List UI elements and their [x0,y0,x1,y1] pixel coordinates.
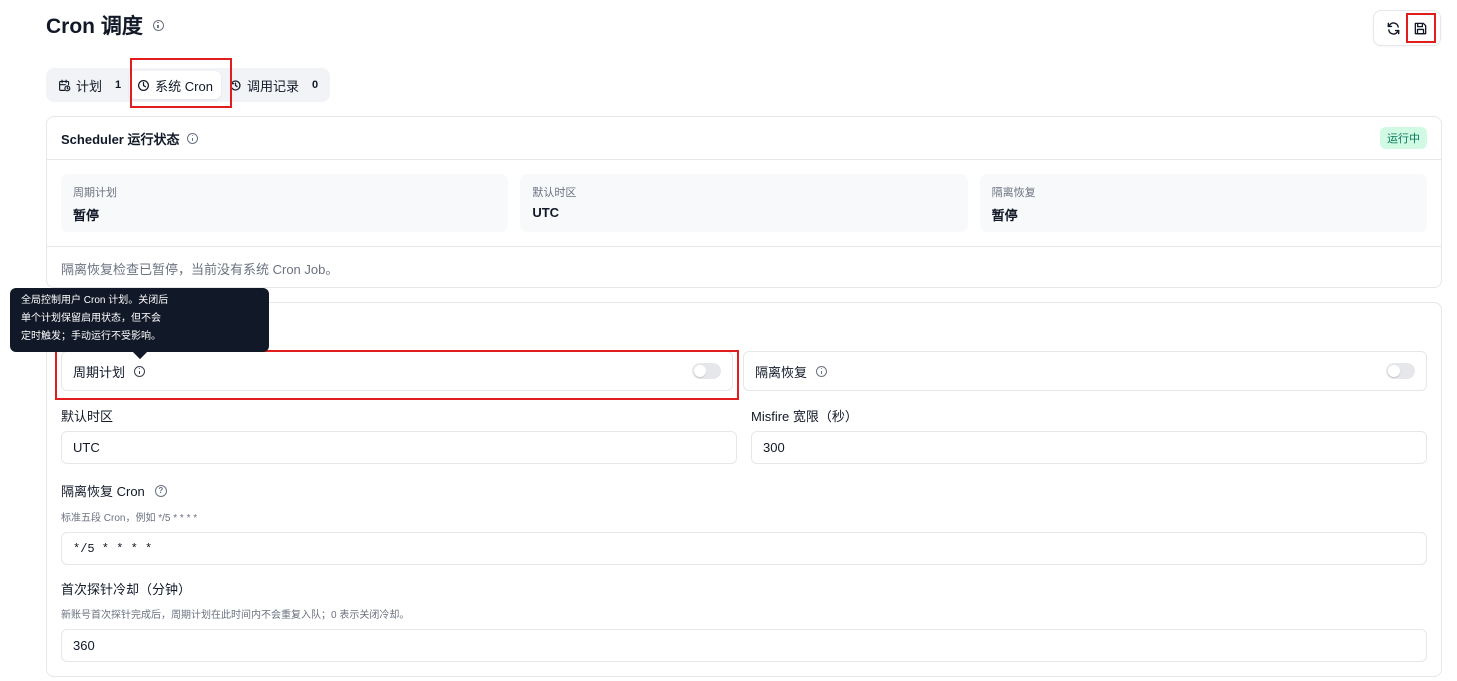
first-probe-cooldown-input[interactable] [61,629,1427,662]
isolation-cron-input[interactable] [61,532,1427,565]
page-title-text: Cron 调度 [46,15,143,38]
save-icon [1414,22,1427,34]
stat-label: 默认时区 [532,187,577,199]
tab-invocation-records-label: 调用记录 [246,78,299,94]
status-badge: 运行中 [1380,127,1427,149]
tab-plans-count: 1 [115,79,122,91]
stat-value: 暂停 [991,208,1018,223]
info-icon[interactable] [134,365,146,377]
page-title: Cron 调度 [46,10,164,40]
isolation-cron-label: 隔离恢复 Cron ? [61,481,167,500]
tooltip-line: 定时触发；手动运行不受影响。 [21,331,161,342]
misfire-grace-label: Misfire 宽限（秒） [751,406,858,425]
toolbar [1373,10,1441,46]
help-icon[interactable]: ? [154,484,167,497]
scheduler-status-header: Scheduler 运行状态 运行中 [47,117,1441,160]
stat-label: 周期计划 [73,187,117,199]
periodic-plan-label: 周期计划 [73,364,126,380]
periodic-plan-tooltip: 全局控制用户 Cron 计划。关闭后 单个计划保留启用状态，但不会 定时触发；手… [10,288,269,352]
info-icon[interactable] [152,19,164,31]
stat-label: 隔离恢复 [991,187,1036,199]
refresh-icon [1387,21,1400,35]
refresh-button[interactable] [1381,15,1407,41]
first-probe-cooldown-hint: 新账号首次探针完成后，周期计划在此时间内不会重复入队；0 表示关闭冷却。 [61,610,410,621]
save-button[interactable] [1405,13,1436,43]
isolation-cron-hint: 标准五段 Cron，例如 */5 * * * * [61,513,198,524]
isolation-recovery-switch[interactable] [1386,363,1415,379]
history-icon [230,79,241,91]
tab-system-cron-label: 系统 Cron [155,78,213,94]
periodic-plan-switch[interactable] [692,363,721,379]
misfire-grace-input[interactable] [751,431,1427,464]
stat-periodic-plan: 周期计划 暂停 [61,174,509,232]
calendar-clock-icon [59,79,71,91]
tooltip-line: 单个计划保留启用状态，但不会 [21,313,161,324]
isolation-cron-label-text: 隔离恢复 Cron [61,484,145,499]
status-note: 隔离恢复检查已暂停，当前没有系统 Cron Job。 [61,262,339,277]
info-icon[interactable] [816,365,828,377]
stat-default-timezone: 默认时区 UTC [520,174,968,232]
isolation-recovery-label: 隔离恢复 [755,364,808,380]
stat-isolation-recovery: 隔离恢复 暂停 [979,174,1427,232]
isolation-recovery-toggle-row: 隔离恢复 [743,351,1427,391]
tab-invocation-records[interactable]: 调用记录 0 [221,71,326,99]
tab-bar: 计划 1 系统 Cron 调用记录 0 [46,68,331,102]
tab-system-cron[interactable]: 系统 Cron [129,71,221,99]
scheduler-status-title: Scheduler 运行状态 [61,131,180,147]
misfire-grace-label-text: Misfire 宽限（秒） [751,409,858,424]
periodic-plan-toggle-row: 周期计划 [61,351,733,391]
default-timezone-label-text: 默认时区 [61,409,114,424]
scheduler-status-card: Scheduler 运行状态 运行中 周期计划 暂停 默认时区 UTC 隔离恢复… [46,116,1442,288]
stat-value: 暂停 [73,208,100,223]
tab-plans-label: 计划 [76,78,103,94]
tooltip-line: 全局控制用户 Cron 计划。关闭后 [21,295,169,306]
tab-invocation-records-count: 0 [311,79,319,91]
tab-plans[interactable]: 计划 1 [50,71,129,99]
clock-icon [138,79,150,91]
first-probe-cooldown-label-text: 首次探针冷却（分钟） [61,582,192,597]
status-stats: 周期计划 暂停 默认时区 UTC 隔离恢复 暂停 [47,160,1441,247]
info-icon[interactable] [187,132,199,144]
stat-value: UTC [532,205,560,220]
first-probe-cooldown-label: 首次探针冷却（分钟） [61,579,191,598]
default-timezone-input[interactable] [61,431,737,464]
default-timezone-label: 默认时区 [61,406,113,425]
